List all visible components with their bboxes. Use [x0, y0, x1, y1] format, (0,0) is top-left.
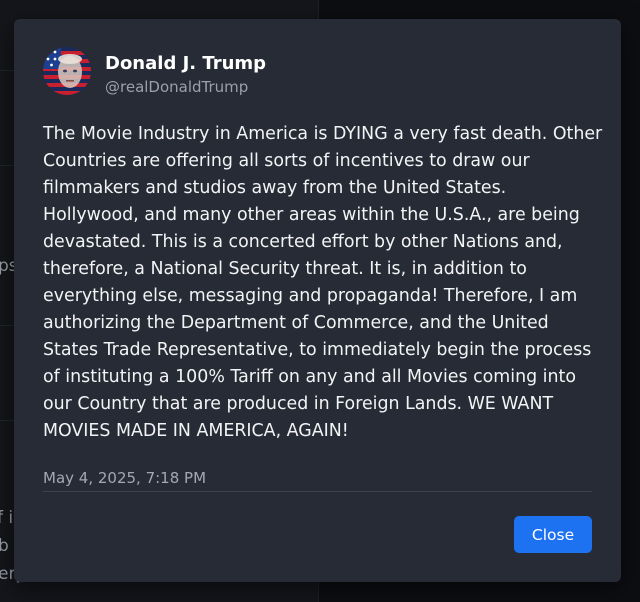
post-body-text: The Movie Industry in America is DYING a… — [43, 124, 603, 441]
background-text-fragment: b — [0, 536, 9, 556]
author-name: Donald J. Trump — [105, 53, 267, 74]
flag-portrait-avatar-icon — [43, 47, 91, 95]
post-modal: Donald J. Trump @realDonaldTrump The Mov… — [14, 19, 621, 582]
avatar-image — [43, 47, 91, 95]
modal-divider — [43, 491, 592, 492]
post-timestamp: May 4, 2025, 7:18 PM — [43, 469, 207, 487]
post-author: Donald J. Trump @realDonaldTrump — [105, 53, 266, 97]
close-button[interactable]: Close — [514, 516, 592, 553]
background-text-fragment: f i — [0, 508, 14, 528]
author-handle: @realDonaldTrump — [105, 78, 249, 96]
